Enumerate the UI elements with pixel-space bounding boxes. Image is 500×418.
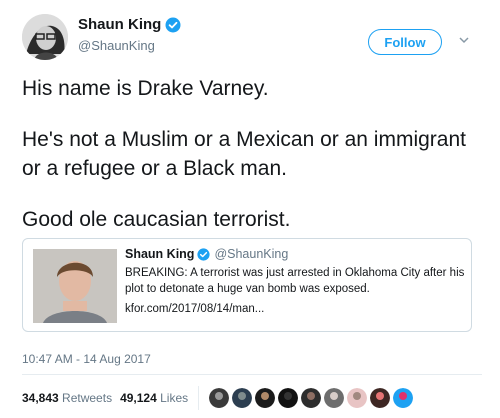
stats-separator (198, 386, 200, 410)
follow-button[interactable]: Follow (368, 29, 442, 55)
author-name-row[interactable]: Shaun King (78, 16, 181, 33)
tweet-line: His name is Drake Varney. (22, 77, 269, 100)
liker-avatar[interactable] (232, 388, 253, 408)
mugshot-image (33, 249, 117, 323)
divider (22, 374, 482, 375)
liker-avatar[interactable] (209, 388, 230, 408)
quoted-author-name[interactable]: Shaun King (125, 247, 194, 261)
liker-avatar[interactable] (278, 388, 299, 408)
chevron-down-icon[interactable] (458, 34, 470, 46)
likes-count[interactable]: 49,124 (120, 391, 157, 405)
liker-avatar[interactable] (347, 388, 368, 408)
verified-badge-icon (165, 17, 181, 32)
verified-badge-icon (197, 247, 211, 261)
liker-avatar[interactable] (255, 388, 276, 408)
retweets-count[interactable]: 34,843 (22, 391, 59, 405)
quoted-author-handle[interactable]: @ShaunKing (214, 247, 288, 261)
liker-avatar[interactable] (393, 388, 414, 408)
tweet-line: Good ole caucasian terrorist. (22, 208, 291, 231)
quoted-tweet-link[interactable]: kfor.com/2017/08/14/man... (125, 303, 264, 315)
tweet-stats: 34,843 Retweets 49,124 Likes (22, 386, 416, 410)
author-handle[interactable]: @ShaunKing (78, 38, 155, 53)
tweet-line: He's not a Muslim or a Mexican or an imm… (22, 128, 466, 180)
author-avatar[interactable] (22, 14, 68, 60)
tweet-text: His name is Drake Varney. He's not a Mus… (22, 74, 482, 234)
quoted-tweet-text: BREAKING: A terrorist was just arrested … (125, 267, 465, 295)
quoted-tweet-card[interactable]: Shaun King @ShaunKing BREAKING: A terror… (22, 238, 472, 332)
author-name[interactable]: Shaun King (78, 16, 161, 33)
liker-avatar[interactable] (324, 388, 345, 408)
quoted-tweet-header: Shaun King @ShaunKing (125, 247, 288, 261)
likes-label[interactable]: Likes (160, 391, 188, 405)
tweet-timestamp[interactable]: 10:47 AM - 14 Aug 2017 (22, 352, 151, 366)
retweets-label[interactable]: Retweets (62, 391, 112, 405)
liker-avatar[interactable] (301, 388, 322, 408)
liker-avatars (209, 388, 416, 408)
liker-avatar[interactable] (370, 388, 391, 408)
